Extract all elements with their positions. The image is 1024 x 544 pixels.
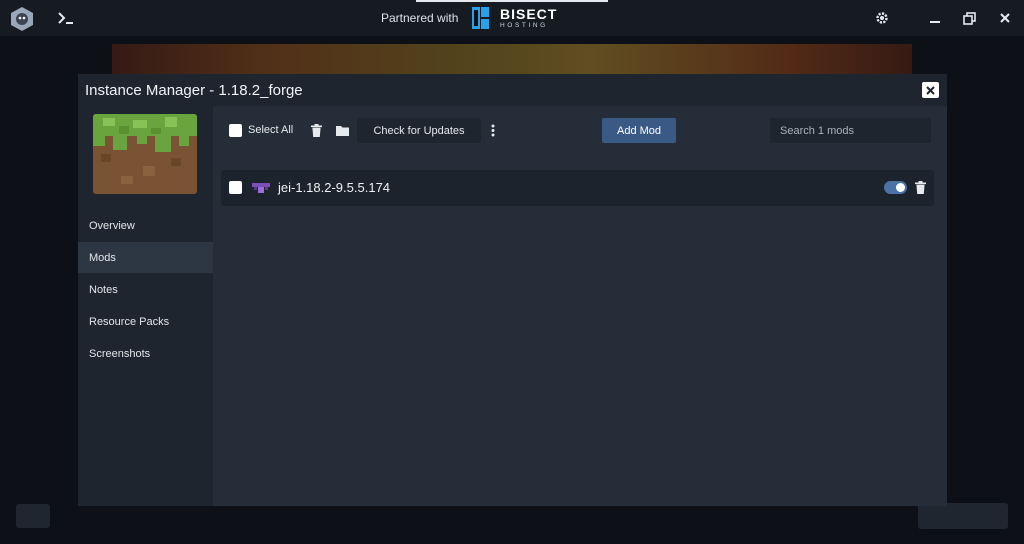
folder-icon[interactable] [335, 124, 349, 136]
delete-mod-icon[interactable] [913, 180, 927, 195]
bisect-brand: BISECT [500, 5, 558, 22]
app-logo-icon[interactable] [8, 6, 36, 32]
close-icon[interactable] [996, 9, 1014, 27]
terminal-icon[interactable] [56, 9, 76, 27]
instance-image [93, 114, 197, 194]
nav-mods[interactable]: Mods [78, 242, 213, 273]
background-banner [112, 44, 912, 78]
minimize-icon[interactable] [926, 9, 944, 27]
nav-notes[interactable]: Notes [78, 274, 213, 305]
instance-manager-modal: Instance Manager - 1.18.2_forge Overview… [78, 74, 947, 506]
nav-overview[interactable]: Overview [78, 210, 213, 241]
close-icon [926, 85, 935, 95]
maximize-icon[interactable] [960, 9, 978, 27]
add-mod-button[interactable]: Add Mod [602, 118, 676, 143]
modal-title: Instance Manager - 1.18.2_forge [85, 82, 303, 99]
title-bar: Partnered with BISECT HOSTING [0, 0, 1024, 36]
bisect-subtitle: HOSTING [500, 21, 548, 29]
select-all-label[interactable]: Select All [248, 124, 293, 136]
check-for-updates-button[interactable]: Check for Updates [357, 118, 481, 143]
nav-screenshots[interactable]: Screenshots [78, 338, 213, 369]
search-input[interactable] [770, 118, 931, 143]
partner-label: Partnered with [381, 11, 459, 25]
top-accent-line [416, 0, 608, 2]
mods-panel: Select All Check for Updates Add Mod Sea… [213, 106, 947, 506]
bisect-hosting-logo[interactable]: BISECT HOSTING [470, 5, 570, 31]
modal-close-button[interactable] [922, 82, 939, 98]
mod-name: jei-1.18.2-9.5.5.174 [278, 180, 391, 195]
toggle-knob [896, 183, 905, 192]
gear-icon[interactable] [873, 9, 891, 27]
bisect-logo-icon [472, 7, 489, 29]
select-all-checkbox[interactable] [229, 124, 242, 137]
sidebar: Overview Mods Notes Resource Packs Scree… [78, 106, 213, 506]
mod-icon [252, 181, 270, 195]
nav-resource-packs[interactable]: Resource Packs [78, 306, 213, 337]
more-options-icon[interactable] [489, 123, 497, 138]
mod-checkbox[interactable] [229, 181, 242, 194]
mod-enabled-toggle[interactable] [884, 181, 907, 194]
background-button-right [918, 503, 1008, 529]
background-button-left [16, 504, 50, 528]
trash-icon[interactable] [310, 123, 322, 137]
mod-list-item: jei-1.18.2-9.5.5.174 [221, 170, 934, 206]
